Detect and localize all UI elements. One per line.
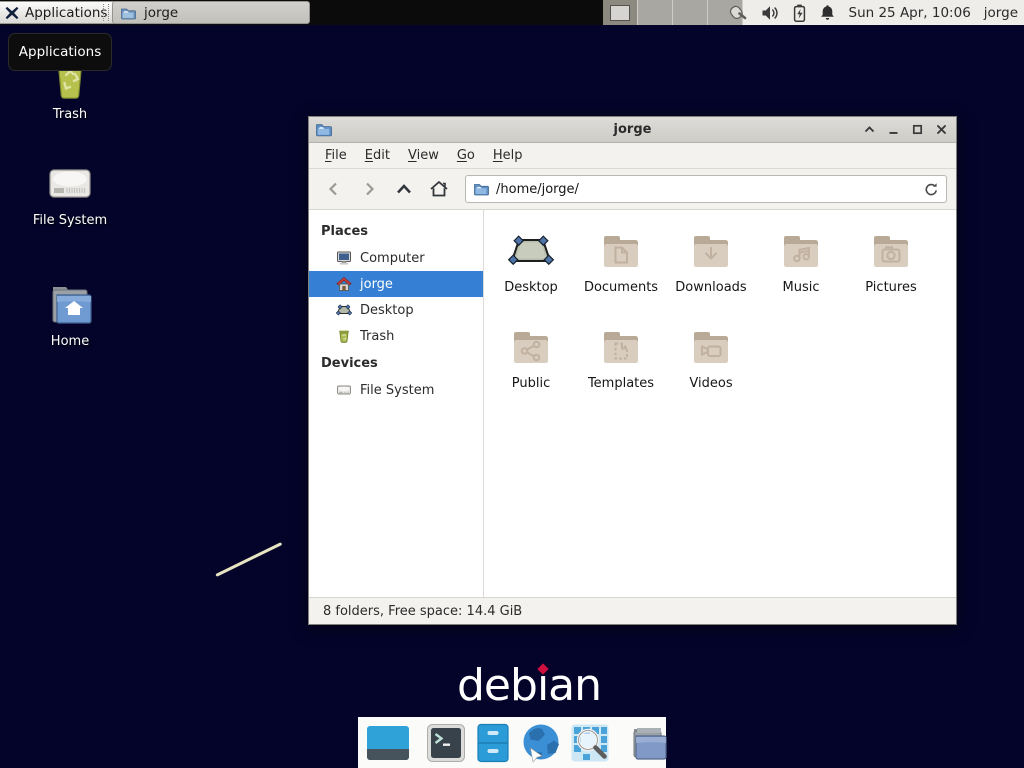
workspace-1[interactable] bbox=[603, 0, 638, 25]
desktop-icon-home[interactable]: Home bbox=[18, 283, 122, 349]
trash-icon bbox=[336, 328, 352, 344]
home-button[interactable] bbox=[423, 174, 455, 204]
menu-file[interactable]: File bbox=[316, 145, 356, 166]
applications-menu-label: Applications bbox=[25, 5, 107, 21]
sidebar-item-desktop[interactable]: Desktop bbox=[309, 297, 483, 323]
public-folder-icon bbox=[507, 323, 555, 371]
pictures-folder-icon bbox=[867, 227, 915, 275]
user-actions-button[interactable]: jorge bbox=[984, 5, 1018, 21]
desktop-root: Applications jorge bbox=[0, 0, 1024, 768]
file-item-documents[interactable]: Documents bbox=[576, 227, 666, 323]
web-browser-launcher[interactable] bbox=[520, 722, 562, 764]
workspace-switcher bbox=[603, 0, 743, 25]
menu-help[interactable]: Help bbox=[484, 145, 532, 166]
statusbar-text: 8 folders, Free space: 14.4 GiB bbox=[323, 604, 522, 619]
volume-icon[interactable] bbox=[761, 5, 780, 21]
music-folder-icon bbox=[777, 227, 825, 275]
panel-status-area: Sun 25 Apr, 10:06 jorge bbox=[743, 0, 1024, 25]
sidebar-item-trash[interactable]: Trash bbox=[309, 323, 483, 349]
workspace-2[interactable] bbox=[638, 0, 673, 25]
file-manager-window: jorge File Edit View Go Help bbox=[308, 116, 957, 625]
applications-menu-button[interactable]: Applications bbox=[0, 1, 117, 24]
desktop-icon-label: Home bbox=[51, 334, 89, 349]
file-item-templates[interactable]: Templates bbox=[576, 323, 666, 419]
file-item-public[interactable]: Public bbox=[486, 323, 576, 419]
battery-icon[interactable] bbox=[793, 4, 806, 22]
toolbar: /home/jorge/ bbox=[309, 169, 956, 210]
show-desktop-button[interactable] bbox=[366, 723, 410, 763]
workspace-window-preview bbox=[610, 5, 630, 21]
back-button[interactable] bbox=[318, 174, 350, 204]
file-item-music[interactable]: Music bbox=[756, 227, 846, 323]
desktop-special-icon bbox=[507, 227, 555, 275]
menu-go[interactable]: Go bbox=[448, 145, 484, 166]
computer-icon bbox=[336, 250, 352, 266]
workspace-3[interactable] bbox=[673, 0, 708, 25]
videos-folder-icon bbox=[687, 323, 735, 371]
file-pane: Desktop Documents Downloads bbox=[484, 210, 956, 597]
shade-button[interactable] bbox=[861, 121, 878, 138]
hard-drive-icon bbox=[47, 162, 93, 206]
window-title: jorge bbox=[309, 122, 956, 137]
sidebar-item-file-system[interactable]: File System bbox=[309, 377, 483, 403]
debian-logo-text: an bbox=[548, 660, 601, 711]
clock[interactable]: Sun 25 Apr, 10:06 bbox=[849, 5, 971, 21]
file-item-desktop[interactable]: Desktop bbox=[486, 227, 576, 323]
notifications-icon[interactable] bbox=[819, 4, 836, 21]
dock-panel bbox=[358, 717, 666, 768]
sidebar: Places Computer jorge bbox=[309, 210, 484, 597]
downloads-folder-icon bbox=[687, 227, 735, 275]
menu-view[interactable]: View bbox=[399, 145, 448, 166]
statusbar: 8 folders, Free space: 14.4 GiB bbox=[309, 597, 956, 624]
drive-icon bbox=[336, 382, 352, 398]
desktop-icon-label: File System bbox=[33, 213, 107, 228]
top-panel: Applications jorge bbox=[0, 0, 1024, 25]
up-button[interactable] bbox=[388, 174, 420, 204]
desktop-icon-label: Trash bbox=[53, 107, 87, 122]
taskbar-window-button[interactable]: jorge bbox=[112, 1, 310, 24]
desktop-icon-file-system[interactable]: File System bbox=[18, 162, 122, 228]
forward-button[interactable] bbox=[353, 174, 385, 204]
wallpaper-streak bbox=[215, 542, 282, 577]
home-icon bbox=[336, 276, 352, 292]
file-manager-launcher[interactable] bbox=[474, 723, 512, 763]
home-folder-icon bbox=[47, 283, 93, 327]
debian-logo-text: deb bbox=[457, 660, 537, 711]
close-button[interactable] bbox=[933, 121, 950, 138]
file-item-pictures[interactable]: Pictures bbox=[846, 227, 936, 323]
debian-logo: debıan bbox=[457, 660, 601, 711]
directory-menu-button[interactable] bbox=[626, 723, 668, 763]
applications-tooltip: Applications bbox=[8, 33, 112, 71]
menubar: File Edit View Go Help bbox=[309, 143, 956, 169]
sidebar-item-jorge[interactable]: jorge bbox=[309, 271, 483, 297]
applications-menu-icon bbox=[4, 5, 20, 21]
application-finder-launcher[interactable] bbox=[570, 723, 610, 763]
sidebar-devices-header: Devices bbox=[309, 349, 483, 377]
location-path: /home/jorge/ bbox=[496, 182, 917, 197]
peripheral-icon[interactable] bbox=[727, 4, 748, 22]
folder-icon bbox=[120, 5, 136, 21]
desktop-icon bbox=[336, 302, 352, 318]
menu-edit[interactable]: Edit bbox=[356, 145, 399, 166]
templates-folder-icon bbox=[597, 323, 645, 371]
location-bar[interactable]: /home/jorge/ bbox=[465, 175, 947, 203]
folder-icon bbox=[473, 181, 489, 197]
panel-handle[interactable] bbox=[103, 4, 109, 21]
terminal-launcher[interactable] bbox=[426, 723, 466, 763]
file-item-videos[interactable]: Videos bbox=[666, 323, 756, 419]
maximize-button[interactable] bbox=[909, 121, 926, 138]
sidebar-item-computer[interactable]: Computer bbox=[309, 245, 483, 271]
minimize-button[interactable] bbox=[885, 121, 902, 138]
reload-icon[interactable] bbox=[924, 182, 939, 197]
taskbar-window-label: jorge bbox=[144, 5, 178, 21]
applications-tooltip-text: Applications bbox=[19, 44, 101, 60]
titlebar[interactable]: jorge bbox=[309, 117, 956, 143]
documents-folder-icon bbox=[597, 227, 645, 275]
file-item-downloads[interactable]: Downloads bbox=[666, 227, 756, 323]
sidebar-places-header: Places bbox=[309, 217, 483, 245]
